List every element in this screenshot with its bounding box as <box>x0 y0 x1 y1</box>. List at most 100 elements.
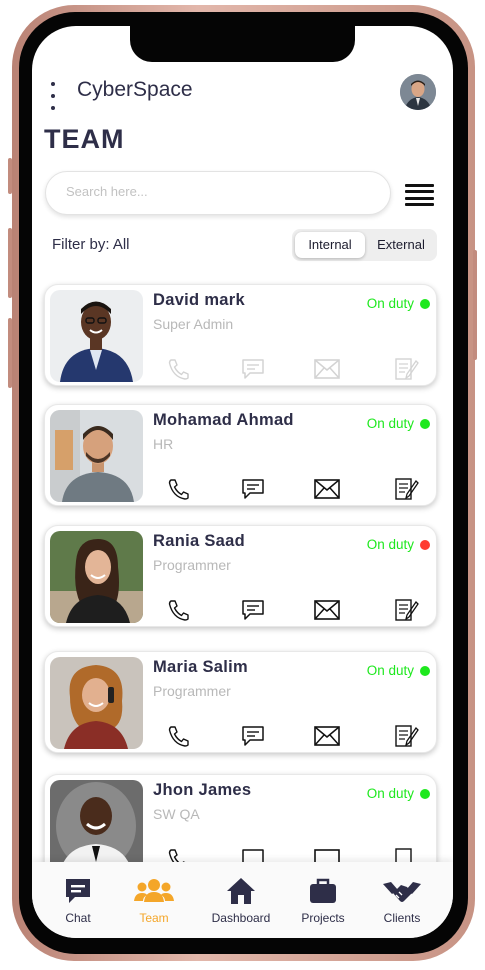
team-member-card[interactable]: Mohamad Ahmad HR On duty <box>44 404 437 506</box>
call-button[interactable] <box>166 724 192 748</box>
email-button[interactable] <box>314 477 340 501</box>
hamburger-menu-icon[interactable] <box>405 184 434 206</box>
message-icon <box>242 849 264 862</box>
call-button[interactable] <box>166 598 192 622</box>
message-button[interactable] <box>240 357 266 381</box>
notes-button[interactable] <box>393 477 419 501</box>
tab-label: Dashboard <box>211 911 271 925</box>
envelope-icon <box>314 849 340 862</box>
phone-side-button <box>8 158 12 194</box>
team-member-card[interactable]: Jhon James SW QA On duty <box>44 774 437 862</box>
email-button[interactable] <box>314 847 340 862</box>
member-actions <box>166 847 426 862</box>
toggle-external[interactable]: External <box>368 232 434 258</box>
search-input[interactable] <box>64 183 368 200</box>
phone-notch <box>130 26 355 62</box>
tab-label: Projects <box>301 911 345 925</box>
message-icon <box>242 726 264 746</box>
team-member-card[interactable]: Rania Saad Programmer On duty <box>44 525 437 627</box>
phone-side-button <box>8 318 12 388</box>
phone-side-button <box>8 228 12 298</box>
more-options-icon[interactable] <box>48 82 58 110</box>
notes-button[interactable] <box>393 847 419 862</box>
search-bar <box>45 171 391 215</box>
phone-icon <box>168 600 189 621</box>
filter-label: Filter by: All <box>52 236 130 253</box>
message-icon <box>242 600 264 620</box>
user-avatar[interactable] <box>400 74 436 110</box>
briefcase-icon <box>310 878 336 903</box>
team-member-card[interactable]: David mark Super Admin On duty <box>44 284 437 386</box>
member-actions <box>166 477 426 501</box>
call-button[interactable] <box>166 357 192 381</box>
chat-icon <box>66 879 90 903</box>
envelope-icon <box>314 600 340 620</box>
member-role: HR <box>153 436 174 452</box>
team-icon <box>134 879 174 902</box>
notes-button[interactable] <box>393 357 419 381</box>
member-actions <box>166 357 426 381</box>
status-label: On duty <box>366 296 414 311</box>
member-role: Programmer <box>153 557 231 573</box>
envelope-icon <box>314 726 340 746</box>
member-photo <box>50 410 143 502</box>
tab-dashboard[interactable]: Dashboard <box>199 862 283 938</box>
status-dot <box>420 299 430 309</box>
status-label: On duty <box>366 663 414 678</box>
notes-button[interactable] <box>393 724 419 748</box>
notes-icon <box>395 599 419 621</box>
email-button[interactable] <box>314 724 340 748</box>
status-label: On duty <box>366 537 414 552</box>
envelope-icon <box>314 479 340 499</box>
member-name: Jhon James <box>153 781 252 799</box>
phone-icon <box>168 359 189 380</box>
message-button[interactable] <box>240 477 266 501</box>
status-dot <box>420 789 430 799</box>
bottom-tab-bar: Chat Team Dashboard Projects Clients <box>32 862 453 938</box>
toggle-internal[interactable]: Internal <box>295 232 365 258</box>
team-member-card[interactable]: Maria Salim Programmer On duty <box>44 651 437 753</box>
message-button[interactable] <box>240 724 266 748</box>
envelope-icon <box>314 359 340 379</box>
status-dot <box>420 666 430 676</box>
message-button[interactable] <box>240 847 266 862</box>
phone-icon <box>168 479 189 500</box>
tab-projects[interactable]: Projects <box>281 862 365 938</box>
call-button[interactable] <box>166 477 192 501</box>
member-name: David mark <box>153 291 245 309</box>
member-actions <box>166 598 426 622</box>
message-button[interactable] <box>240 598 266 622</box>
member-actions <box>166 724 426 748</box>
phone-icon <box>168 849 186 862</box>
message-icon <box>242 359 264 379</box>
email-button[interactable] <box>314 357 340 381</box>
message-icon <box>242 479 264 499</box>
app-screen: David mark Super Admin On duty Mohamad A… <box>32 26 453 938</box>
page-title: TEAM <box>44 124 125 154</box>
tab-label: Clients <box>383 911 421 925</box>
tab-label: Team <box>139 911 169 925</box>
notes-icon <box>395 358 419 380</box>
phone-icon <box>168 726 189 747</box>
email-button[interactable] <box>314 598 340 622</box>
tab-team[interactable]: Team <box>112 862 196 938</box>
app-name: CyberSpace <box>77 78 193 101</box>
handshake-icon <box>383 882 421 902</box>
member-photo <box>50 780 143 862</box>
notes-button[interactable] <box>393 598 419 622</box>
tab-chat[interactable]: Chat <box>36 862 120 938</box>
phone-side-button <box>473 250 477 360</box>
member-name: Mohamad Ahmad <box>153 411 294 429</box>
tab-clients[interactable]: Clients <box>360 862 444 938</box>
call-button[interactable] <box>166 847 192 862</box>
notes-icon <box>395 478 419 500</box>
member-role: SW QA <box>153 806 200 822</box>
notes-icon <box>395 848 412 862</box>
member-role: Super Admin <box>153 316 234 332</box>
status-label: On duty <box>366 786 414 801</box>
member-name: Rania Saad <box>153 532 245 550</box>
status-label: On duty <box>366 416 414 431</box>
member-photo <box>50 657 143 749</box>
member-role: Programmer <box>153 683 231 699</box>
internal-external-toggle: Internal External <box>292 229 437 261</box>
